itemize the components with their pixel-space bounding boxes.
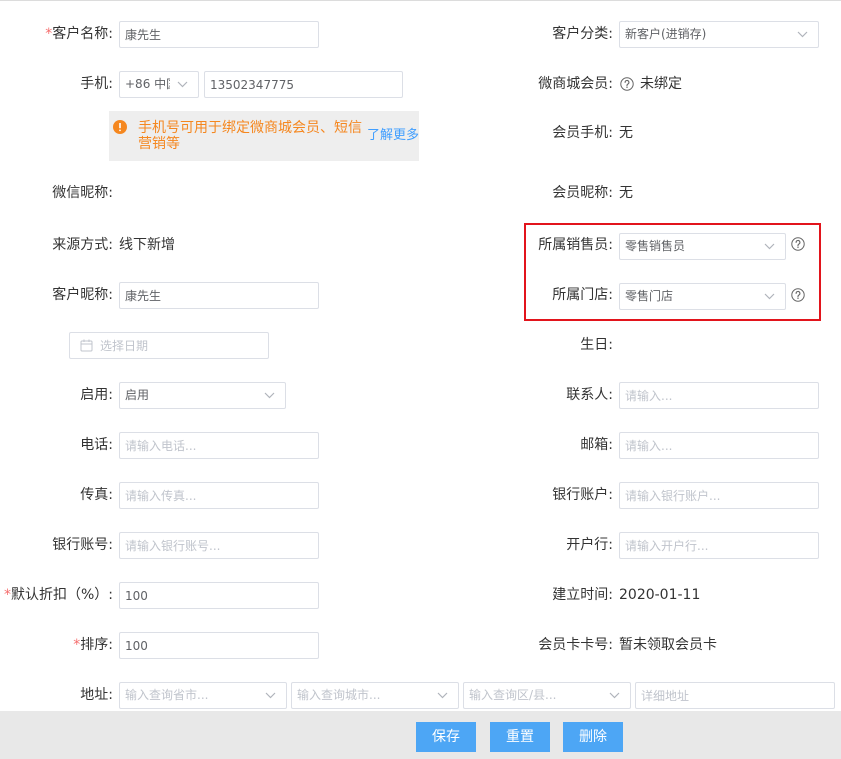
- required-mark: *: [3, 587, 11, 603]
- wechat-nickname-label: 微信昵称:: [52, 185, 113, 201]
- top-border: [0, 0, 841, 1]
- form-row: 会员手机: 无: [0, 120, 841, 147]
- city-select[interactable]: 输入查询城市...: [291, 682, 459, 709]
- contact-input[interactable]: [619, 382, 819, 409]
- created-time-value: 2020-01-11: [619, 587, 701, 603]
- default-discount-input[interactable]: [119, 582, 319, 609]
- bank-account-number-input[interactable]: [119, 532, 319, 559]
- opening-bank-input[interactable]: [619, 532, 819, 559]
- save-button[interactable]: 保存: [416, 722, 476, 752]
- question-circle-icon[interactable]: [620, 77, 634, 91]
- phone-input[interactable]: [204, 71, 403, 98]
- district-select[interactable]: 输入查询区/县...: [463, 682, 631, 709]
- member-phone-value: 无: [619, 125, 633, 141]
- form-row: *默认折扣（%）: 建立时间: 2020-01-11: [0, 582, 841, 609]
- form-row: *客户名称: 客户分类: 新客户(进销存): [0, 21, 841, 48]
- bank-account-input[interactable]: [619, 482, 819, 509]
- enabled-select[interactable]: 启用: [119, 382, 286, 409]
- form-row: 银行账号: 开户行:: [0, 532, 841, 559]
- wechat-mall-member-label: 微商城会员:: [538, 76, 613, 92]
- phone-country-code-value: +86 中国: [125, 77, 170, 91]
- district-placeholder: 输入查询区/县...: [469, 688, 557, 702]
- form-row: 传真: 银行账户:: [0, 482, 841, 509]
- chevron-down-icon: [609, 692, 620, 699]
- source-label: 来源方式:: [52, 237, 113, 253]
- form-row: 生日:: [0, 332, 841, 359]
- chevron-down-icon: [797, 31, 808, 38]
- reset-button[interactable]: 重置: [490, 722, 550, 752]
- calendar-icon: [80, 339, 93, 352]
- customer-name-label-text: 客户名称:: [52, 26, 113, 42]
- province-placeholder: 输入查询省市...: [125, 688, 209, 702]
- sort-order-label-text: 排序:: [80, 637, 113, 653]
- action-bar: 保存 重置 删除: [0, 711, 841, 759]
- customer-name-label: *客户名称:: [45, 21, 113, 48]
- phone-country-code-select[interactable]: +86 中国: [119, 71, 199, 98]
- bank-account-number-label: 银行账号:: [52, 537, 113, 553]
- default-discount-label: *默认折扣（%）:: [4, 582, 113, 609]
- member-card-number-value: 暂未领取会员卡: [619, 637, 717, 653]
- member-card-number-label: 会员卡卡号:: [538, 637, 613, 653]
- customer-nickname-label: 客户昵称:: [52, 287, 113, 303]
- date-input[interactable]: [69, 332, 269, 359]
- chevron-down-icon: [437, 692, 448, 699]
- enabled-value: 启用: [125, 388, 150, 402]
- highlight-box: [524, 223, 821, 321]
- customer-name-input[interactable]: [119, 21, 319, 48]
- form-row: 启用: 启用 联系人:: [0, 382, 841, 409]
- enabled-label: 启用:: [80, 387, 113, 403]
- chevron-down-icon: [264, 392, 275, 399]
- source-value: 线下新增: [119, 237, 175, 253]
- form-row: 地址: 输入查询省市... 输入查询城市... 输入查询区/县...: [0, 682, 841, 709]
- sort-order-input[interactable]: [119, 632, 319, 659]
- chevron-down-icon: [265, 692, 276, 699]
- created-time-label: 建立时间:: [552, 587, 613, 603]
- fax-input[interactable]: [119, 482, 319, 509]
- email-input[interactable]: [619, 432, 819, 459]
- phone-label: 手机:: [80, 76, 113, 92]
- customer-category-select[interactable]: 新客户(进销存): [619, 21, 819, 48]
- customer-category-label: 客户分类:: [552, 26, 613, 42]
- address-label: 地址:: [80, 687, 113, 703]
- delete-button[interactable]: 删除: [563, 722, 623, 752]
- email-label: 邮箱:: [580, 437, 613, 453]
- form-row: 微信昵称: 会员昵称: 无: [0, 180, 841, 207]
- city-placeholder: 输入查询城市...: [297, 688, 381, 702]
- form-row: 手机: +86 中国 微商城会员: 未绑定: [0, 71, 841, 98]
- member-nickname-label: 会员昵称:: [552, 185, 613, 201]
- birthday-label: 生日:: [580, 337, 613, 353]
- contact-label: 联系人:: [566, 387, 613, 403]
- sort-order-label: *排序:: [73, 632, 113, 659]
- default-discount-label-text: 默认折扣（%）:: [10, 587, 113, 603]
- address-detail-input[interactable]: [635, 682, 835, 709]
- form-row: 电话: 邮箱:: [0, 432, 841, 459]
- date-picker[interactable]: [69, 332, 269, 359]
- telephone-input[interactable]: [119, 432, 319, 459]
- chevron-down-icon: [177, 81, 188, 88]
- wechat-mall-member-value: 未绑定: [640, 76, 682, 92]
- fax-label: 传真:: [80, 487, 113, 503]
- bank-account-label: 银行账户:: [552, 487, 613, 503]
- province-select[interactable]: 输入查询省市...: [119, 682, 287, 709]
- telephone-label: 电话:: [80, 437, 113, 453]
- form-row: *排序: 会员卡卡号: 暂未领取会员卡: [0, 632, 841, 659]
- opening-bank-label: 开户行:: [566, 537, 613, 553]
- customer-nickname-input[interactable]: [119, 282, 319, 309]
- customer-category-value: 新客户(进销存): [625, 27, 707, 41]
- member-nickname-value: 无: [619, 185, 633, 201]
- member-phone-label: 会员手机:: [552, 125, 613, 141]
